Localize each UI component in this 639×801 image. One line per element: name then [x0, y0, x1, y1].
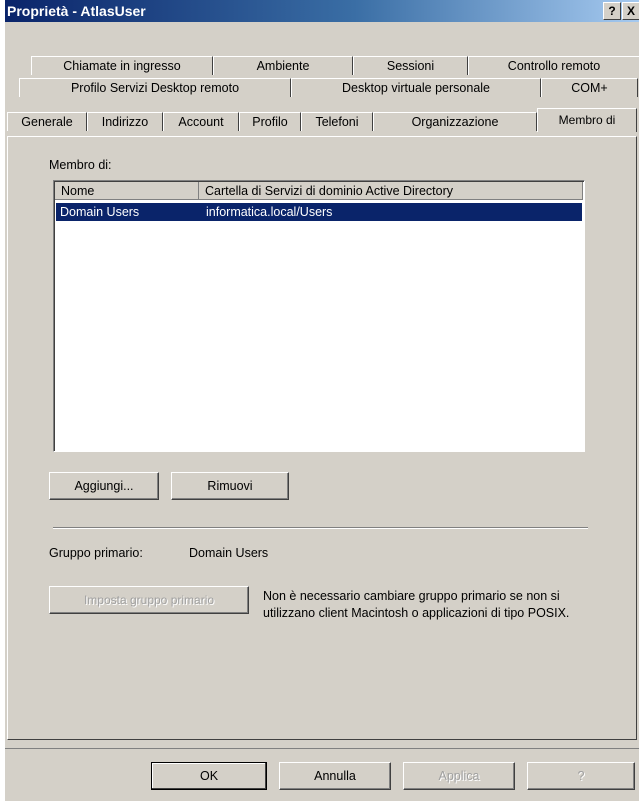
help-title-button[interactable]: ?	[603, 2, 621, 20]
add-button[interactable]: Aggiungi...	[49, 472, 159, 500]
tab-chiamate-in-ingresso[interactable]: Chiamate in ingresso	[31, 56, 213, 75]
ok-button[interactable]: OK	[151, 762, 267, 790]
tab-account[interactable]: Account	[163, 112, 239, 131]
tab-controllo-remoto[interactable]: Controllo remoto	[468, 56, 639, 75]
table-row[interactable]: Domain Users informatica.local/Users	[56, 203, 582, 221]
tab-generale[interactable]: Generale	[7, 112, 87, 131]
tab-com-plus[interactable]: COM+	[541, 78, 638, 97]
member-list[interactable]: Nome Cartella di Servizi di dominio Acti…	[53, 180, 585, 452]
column-header-folder[interactable]: Cartella di Servizi di dominio Active Di…	[199, 182, 583, 200]
title-bar[interactable]: Proprietà - AtlasUser ? X	[5, 0, 639, 22]
properties-dialog: Proprietà - AtlasUser ? X Chiamate in in…	[4, 0, 639, 801]
tab-profilo[interactable]: Profilo	[239, 112, 301, 131]
primary-group-label: Gruppo primario:	[49, 546, 143, 560]
help-button[interactable]: ?	[527, 762, 635, 790]
tab-telefoni[interactable]: Telefoni	[301, 112, 373, 131]
primary-group-value: Domain Users	[189, 546, 269, 560]
tab-sessioni[interactable]: Sessioni	[353, 56, 468, 75]
primary-group-note: Non è necessario cambiare gruppo primari…	[263, 589, 570, 620]
window-title: Proprietà - AtlasUser	[7, 3, 146, 19]
row-name-cell: Domain Users	[60, 205, 140, 219]
row-folder-cell: informatica.local/Users	[206, 205, 333, 219]
close-button[interactable]: X	[622, 2, 639, 20]
tab-ambiente[interactable]: Ambiente	[213, 56, 353, 75]
tab-desktop-virtuale-personale[interactable]: Desktop virtuale personale	[291, 78, 541, 97]
cancel-button[interactable]: Annulla	[279, 762, 391, 790]
apply-button[interactable]: Applica	[403, 762, 515, 790]
remove-button[interactable]: Rimuovi	[171, 472, 289, 500]
bottom-divider	[5, 748, 639, 749]
separator	[53, 527, 588, 529]
tab-profilo-servizi-desktop-remoto[interactable]: Profilo Servizi Desktop remoto	[19, 78, 291, 97]
tab-indirizzo[interactable]: Indirizzo	[87, 112, 163, 131]
column-header-name[interactable]: Nome	[55, 182, 199, 200]
set-primary-group-button[interactable]: Imposta gruppo primario	[49, 586, 249, 614]
tab-membro-di[interactable]: Membro di	[537, 108, 637, 132]
tab-organizzazione[interactable]: Organizzazione	[373, 112, 537, 131]
member-of-label: Membro di:	[49, 158, 112, 172]
